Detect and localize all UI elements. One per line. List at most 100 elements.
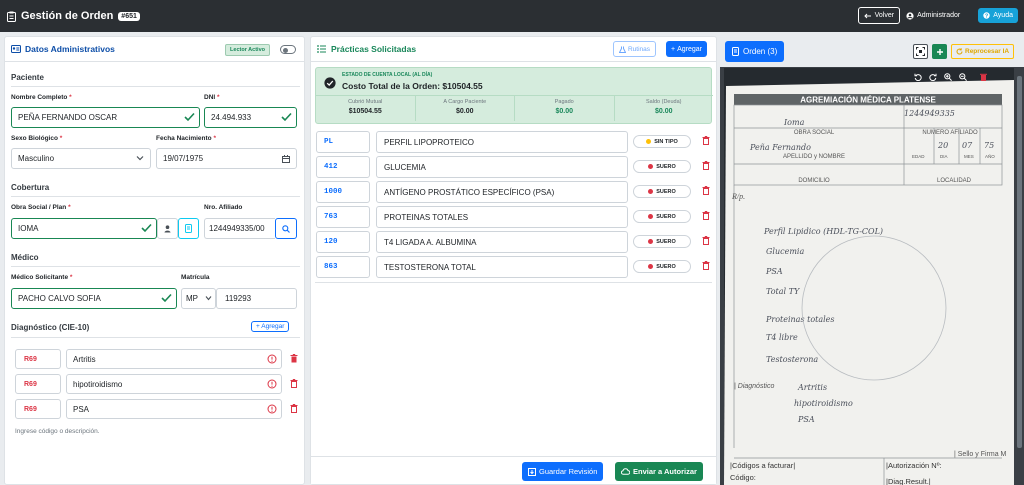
- sex-select[interactable]: Masculino: [11, 148, 151, 169]
- svg-text:|Códigos a facturar|: |Códigos a facturar|: [730, 461, 795, 470]
- practice-code[interactable]: 120: [316, 231, 370, 253]
- tube-badge[interactable]: SUERO: [633, 160, 691, 173]
- diagnosis-desc-field[interactable]: Artritis: [66, 349, 282, 369]
- user-name: Administrador: [917, 12, 961, 19]
- add-practice-button[interactable]: + Agregar: [666, 41, 707, 57]
- cloud-icon: [621, 468, 630, 475]
- diagnosis-code-field[interactable]: R69: [15, 349, 61, 369]
- practice-row: 763 PROTEINAS TOTALES SUERO: [315, 206, 712, 228]
- crop-button[interactable]: [913, 44, 928, 59]
- rotate-right-icon[interactable]: [929, 73, 937, 81]
- svg-text:MES: MES: [964, 154, 974, 159]
- rotate-left-icon[interactable]: [914, 73, 922, 81]
- diagnosis-code-field[interactable]: R69: [15, 374, 61, 394]
- zoom-out-icon[interactable]: [959, 73, 967, 81]
- diagnosis-code-field[interactable]: R69: [15, 399, 61, 419]
- svg-text:AGREMIACIÓN MÉDICA PLATENSE: AGREMIACIÓN MÉDICA PLATENSE: [800, 96, 936, 105]
- user-menu[interactable]: Administrador: [906, 11, 961, 20]
- help-button[interactable]: ? Ayuda: [978, 8, 1018, 23]
- card-scan-button[interactable]: [178, 218, 199, 239]
- divider: [11, 86, 300, 87]
- tube-badge[interactable]: SUERO: [633, 235, 691, 248]
- svg-text:|Autorización Nº:: |Autorización Nº:: [886, 461, 942, 470]
- routines-button[interactable]: Rutinas: [612, 41, 656, 57]
- practice-row: 1000 ANTÍGENO PROSTÁTICO ESPECÍFICO (PSA…: [315, 181, 712, 203]
- diagnosis-hint: Ingrese código o descripción.: [15, 428, 100, 435]
- practice-code[interactable]: 763: [316, 206, 370, 228]
- practice-row: 120 T4 LIGADA A. ALBUMINA SUERO: [315, 231, 712, 253]
- trash-icon[interactable]: [290, 379, 298, 388]
- practice-code[interactable]: 412: [316, 156, 370, 178]
- practice-name[interactable]: GLUCEMIA: [376, 156, 628, 178]
- save-review-button[interactable]: Guardar Revisión: [522, 462, 604, 481]
- tube-badge[interactable]: SUERO: [633, 260, 691, 273]
- doctor-field[interactable]: PACHO CALVO SOFIA: [11, 288, 177, 309]
- clipboard-icon: [7, 11, 16, 22]
- add-image-button[interactable]: [932, 44, 947, 59]
- viewer-scrollbar[interactable]: [1017, 76, 1022, 448]
- doctor-label: Médico Solicitante *: [11, 274, 73, 281]
- back-button[interactable]: Volver: [857, 7, 901, 24]
- document-icon: [732, 47, 739, 56]
- practice-name[interactable]: TESTOSTERONA TOTAL: [376, 256, 628, 278]
- order-images-button[interactable]: Orden (3): [725, 41, 785, 62]
- trash-icon[interactable]: [702, 186, 710, 195]
- license-number-field[interactable]: 119293: [216, 288, 297, 309]
- svg-text:Peña Fernando: Peña Fernando: [749, 143, 811, 152]
- practice-code[interactable]: 1000: [316, 181, 370, 203]
- reprocess-ai-button[interactable]: Reprocesar IA: [951, 44, 1015, 59]
- diagnosis-desc-field[interactable]: PSA: [66, 399, 282, 419]
- divider: [11, 266, 300, 267]
- send-authorize-button[interactable]: Enviar a Autorizar: [615, 462, 703, 481]
- svg-text:hipotiroidismo: hipotiroidismo: [794, 399, 853, 408]
- svg-text:Glucemia: Glucemia: [766, 247, 804, 256]
- reader-toggle[interactable]: [280, 45, 296, 54]
- trash-icon[interactable]: [290, 404, 298, 413]
- practice-code[interactable]: PL: [316, 131, 370, 153]
- diagnosis-desc-field[interactable]: hipotiroidismo: [66, 374, 282, 394]
- admin-title: Datos Administrativos: [25, 44, 115, 54]
- patient-search-button[interactable]: [157, 218, 178, 239]
- help-icon: ?: [983, 12, 990, 19]
- practice-name[interactable]: ANTÍGENO PROSTÁTICO ESPECÍFICO (PSA): [376, 181, 628, 203]
- svg-text:Testosterona: Testosterona: [766, 355, 818, 364]
- svg-text:DOMICILIO: DOMICILIO: [798, 178, 830, 184]
- tube-badge[interactable]: SUERO: [633, 185, 691, 198]
- practice-row: 412 GLUCEMIA SUERO: [315, 156, 712, 178]
- birth-date-field[interactable]: 19/07/1975: [156, 148, 297, 169]
- trash-icon[interactable]: [702, 261, 710, 270]
- full-name-field[interactable]: PEÑA FERNANDO OSCAR: [11, 107, 200, 128]
- divider: [11, 196, 300, 197]
- svg-text:LOCALIDAD: LOCALIDAD: [937, 178, 972, 184]
- check-icon: [141, 223, 152, 233]
- svg-text:Perfil Lipidico (HDL-TG-COL): Perfil Lipidico (HDL-TG-COL): [763, 227, 883, 236]
- trash-icon[interactable]: [290, 354, 298, 363]
- practice-name[interactable]: PERFIL LIPOPROTEICO: [376, 131, 628, 153]
- affiliate-search-button[interactable]: [275, 218, 297, 239]
- tube-badge[interactable]: SIN TIPO: [633, 135, 691, 148]
- trash-icon[interactable]: [702, 211, 710, 220]
- alert-icon: [267, 354, 277, 364]
- trash-icon[interactable]: [702, 236, 710, 245]
- plan-field[interactable]: IOMA: [11, 218, 157, 239]
- add-diagnosis-button[interactable]: + Agregar: [251, 321, 290, 332]
- summary-patient: A Cargo Paciente $0.00: [414, 96, 515, 121]
- trash-icon[interactable]: [702, 161, 710, 170]
- calendar-icon[interactable]: [282, 155, 290, 163]
- practice-code[interactable]: 863: [316, 256, 370, 278]
- divider: [11, 337, 300, 338]
- arrow-left-icon: [863, 13, 872, 19]
- trash-icon[interactable]: [702, 136, 710, 145]
- order-image[interactable]: AGREMIACIÓN MÉDICA PLATENSE OBRA SOCIAL …: [724, 68, 1014, 485]
- affiliate-field[interactable]: 1244949335/00: [204, 218, 275, 239]
- trash-icon[interactable]: [980, 73, 987, 81]
- svg-text:1244949335: 1244949335: [904, 109, 955, 118]
- svg-text:Ioma: Ioma: [783, 118, 805, 127]
- license-type-select[interactable]: MP: [181, 288, 216, 309]
- dni-field[interactable]: 24.494.933: [204, 107, 297, 128]
- tube-badge[interactable]: SUERO: [633, 210, 691, 223]
- practice-name[interactable]: T4 LIGADA A. ALBUMINA: [376, 231, 628, 253]
- check-circle-icon: [324, 77, 336, 89]
- practice-name[interactable]: PROTEINAS TOTALES: [376, 206, 628, 228]
- zoom-in-icon[interactable]: [944, 73, 952, 81]
